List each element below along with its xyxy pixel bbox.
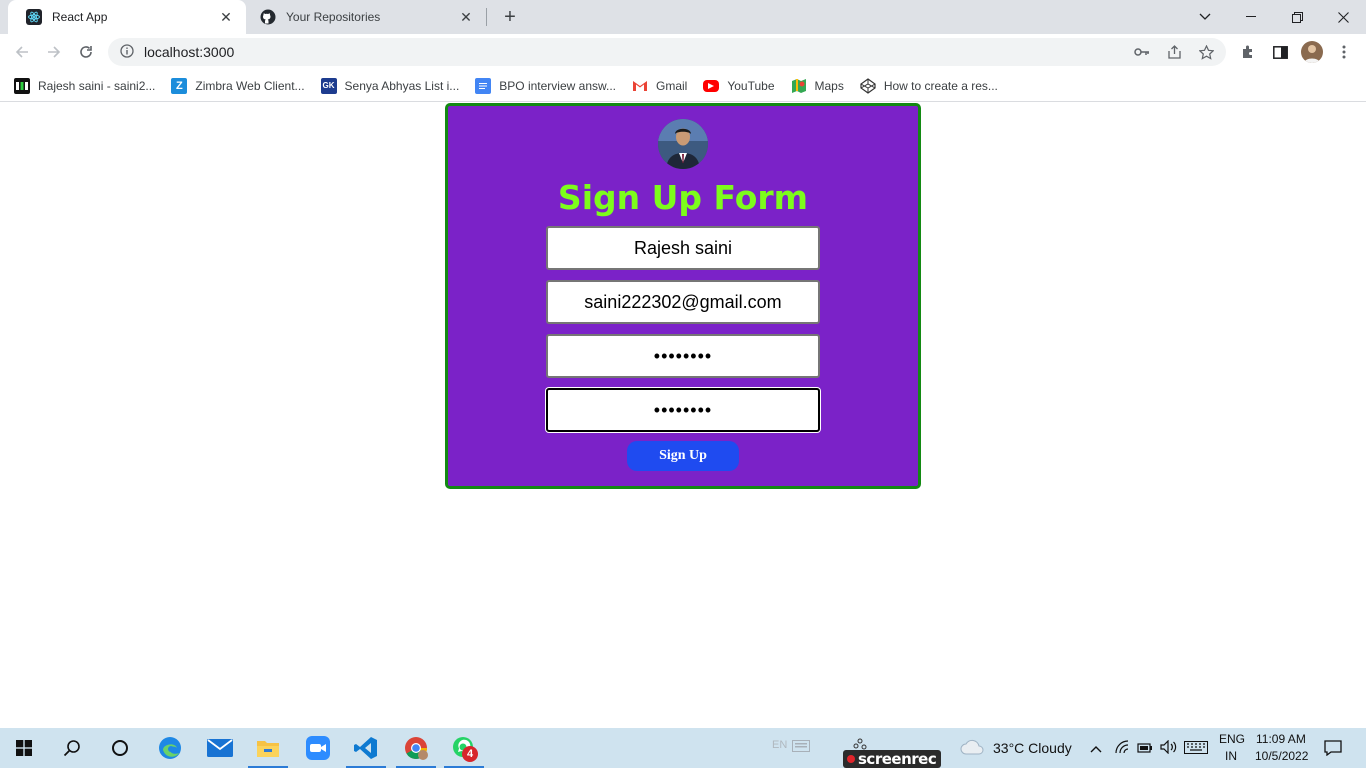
tab-title: Your Repositories <box>286 10 381 24</box>
mail-icon[interactable] <box>196 728 244 768</box>
close-tab-icon[interactable]: ✕ <box>218 9 234 25</box>
hashnode-icon <box>14 77 30 94</box>
close-window-button[interactable] <box>1320 0 1366 34</box>
search-icon[interactable] <box>48 728 96 768</box>
browser-menu-icon[interactable] <box>1334 42 1354 62</box>
zimbra-icon: Z <box>171 77 188 94</box>
extensions-puzzle-icon[interactable] <box>1238 42 1258 62</box>
site-info-icon[interactable] <box>120 43 134 61</box>
bookmark-label: Senya Abhyas List i... <box>344 78 460 93</box>
touch-keyboard-icon[interactable] <box>792 740 810 755</box>
edge-icon[interactable] <box>146 728 194 768</box>
vscode-icon[interactable] <box>342 728 390 768</box>
zoom-icon[interactable] <box>294 728 342 768</box>
name-field[interactable] <box>546 226 820 270</box>
maps-icon <box>791 78 807 94</box>
volume-icon[interactable] <box>1160 739 1178 757</box>
bookmark-label: Maps <box>814 78 844 93</box>
wifi-icon[interactable] <box>1114 740 1130 757</box>
screenrec-widget[interactable]: screenrec <box>843 736 941 768</box>
chrome-icon[interactable] <box>392 728 440 768</box>
address-bar[interactable]: localhost:3000 <box>108 38 1226 66</box>
codepen-icon <box>860 77 876 94</box>
url-text: localhost:3000 <box>144 44 235 60</box>
bookmark-item[interactable]: How to create a res... <box>860 77 998 94</box>
chevron-up-icon[interactable] <box>1090 742 1102 756</box>
notification-center-icon[interactable] <box>1324 740 1342 759</box>
bookmark-item[interactable]: BPO interview answ... <box>475 77 616 94</box>
bookmark-label: YouTube <box>727 78 775 93</box>
bookmark-label: Rajesh saini - saini2... <box>38 78 156 93</box>
close-tab-icon[interactable]: ✕ <box>458 9 474 25</box>
bookmark-item[interactable]: Rajesh saini - saini2... <box>14 77 156 94</box>
battery-icon[interactable] <box>1137 741 1153 756</box>
bookmark-item[interactable]: Gmail <box>632 78 687 94</box>
whatsapp-icon[interactable]: 4 <box>440 728 488 768</box>
bookmark-item[interactable]: Maps <box>791 78 844 94</box>
bookmark-label: How to create a res... <box>883 78 998 93</box>
taskbar: 4 EN screenrec 33°C Cloudy ENG IN 11:09 … <box>0 728 1366 768</box>
bookmark-item[interactable]: GK Senya Abhyas List i... <box>320 77 460 94</box>
screenrec-label: screenrec <box>858 750 937 768</box>
signup-card: Sign Up Form Sign Up <box>445 103 921 489</box>
gk-icon: GK <box>320 77 337 94</box>
bookmark-item[interactable]: YouTube <box>703 78 775 93</box>
language-code[interactable]: ENG <box>1219 732 1245 746</box>
github-icon <box>260 9 276 25</box>
language-region[interactable]: IN <box>1225 749 1237 763</box>
forward-button[interactable] <box>40 38 68 66</box>
record-dot-icon <box>847 755 855 763</box>
share-nodes-icon <box>853 738 867 750</box>
share-icon[interactable] <box>1166 44 1182 60</box>
restore-button[interactable] <box>1274 0 1320 34</box>
tab-react-app[interactable]: React App ✕ <box>8 0 246 34</box>
youtube-icon <box>703 79 720 92</box>
minimize-button[interactable] <box>1228 0 1274 34</box>
key-icon[interactable] <box>1134 44 1150 60</box>
keyboard-icon[interactable] <box>1184 741 1208 757</box>
avatar <box>658 119 708 169</box>
clock-date[interactable]: 10/5/2022 <box>1255 749 1308 763</box>
bookmark-label: Zimbra Web Client... <box>195 78 305 93</box>
clock-time[interactable]: 11:09 AM <box>1256 732 1306 746</box>
cloud-icon <box>960 739 984 758</box>
bookmark-item[interactable]: Z Zimbra Web Client... <box>171 77 305 94</box>
password-field[interactable] <box>546 334 820 378</box>
tab-title: React App <box>52 10 108 24</box>
back-button[interactable] <box>8 38 36 66</box>
tab-separator <box>486 8 487 26</box>
gmail-icon <box>632 78 648 94</box>
bookmark-label: Gmail <box>656 78 688 93</box>
tab-your-repositories[interactable]: Your Repositories ✕ <box>242 0 486 34</box>
tab-search-icon[interactable] <box>1182 0 1228 34</box>
ghost-language-indicator: EN <box>772 739 788 751</box>
reload-button[interactable] <box>72 38 100 66</box>
browser-toolbar: localhost:3000 <box>0 34 1366 70</box>
bookmarks-bar: Rajesh saini - saini2... Z Zimbra Web Cl… <box>0 70 1366 102</box>
start-icon[interactable] <box>0 728 48 768</box>
file-explorer-icon[interactable] <box>244 728 292 768</box>
tab-strip: React App ✕ Your Repositories ✕ + <box>0 0 1366 34</box>
bookmark-label: BPO interview answ... <box>499 78 616 93</box>
confirm-password-field[interactable] <box>546 388 820 432</box>
side-panel-icon[interactable] <box>1270 42 1290 62</box>
new-tab-button[interactable]: + <box>498 5 522 29</box>
weather-text[interactable]: 33°C Cloudy <box>993 740 1072 756</box>
bookmark-star-icon[interactable] <box>1198 44 1214 60</box>
sign-up-button[interactable]: Sign Up <box>627 441 739 471</box>
react-icon <box>26 9 42 25</box>
page-title: Sign Up Form <box>557 178 809 217</box>
profile-avatar[interactable] <box>1301 41 1323 63</box>
cortana-icon[interactable] <box>96 728 144 768</box>
notification-badge: 4 <box>462 746 478 762</box>
email-field[interactable] <box>546 280 820 324</box>
docs-icon <box>475 77 492 94</box>
